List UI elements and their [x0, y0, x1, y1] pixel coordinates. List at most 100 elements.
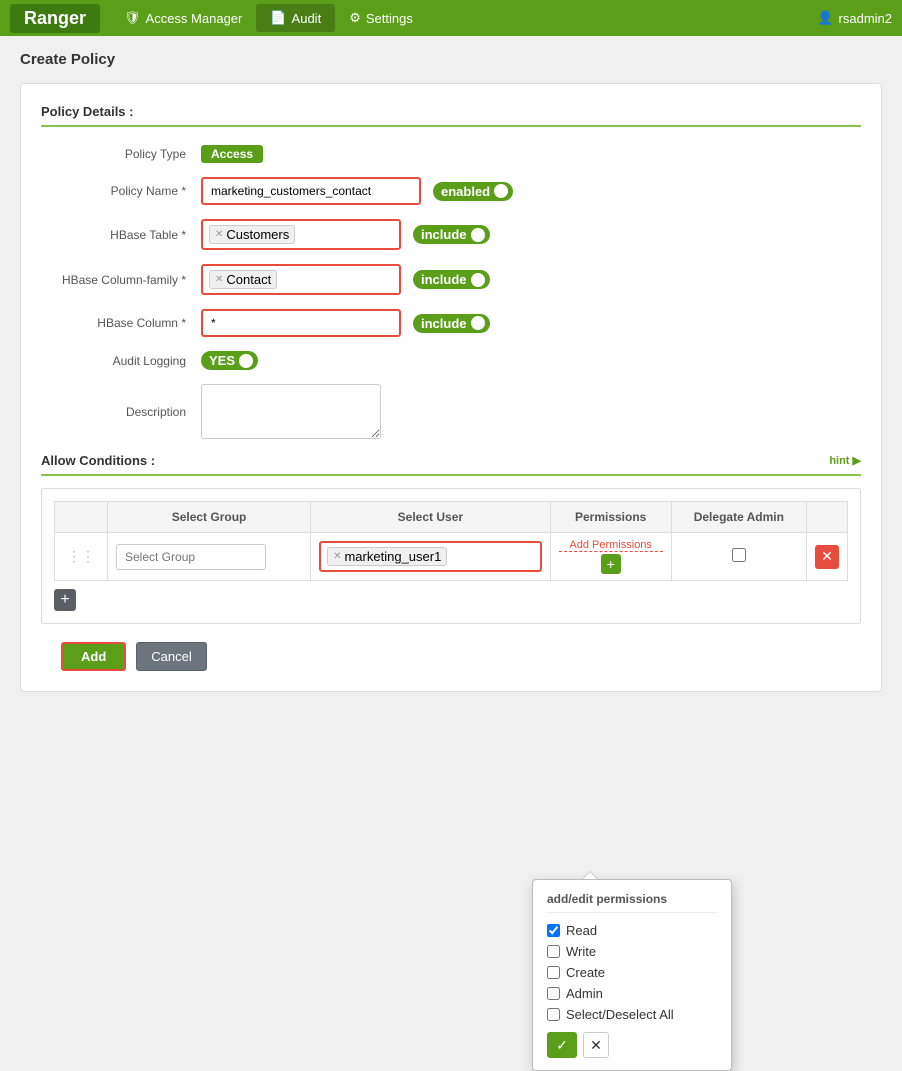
- permissions-popup: add/edit permissions Read Write Create: [532, 879, 732, 1071]
- page-title: Create Policy: [20, 51, 882, 68]
- popup-create-item: Create: [547, 965, 717, 980]
- write-label: Write: [566, 944, 596, 959]
- hbase-column-row: HBase Column * include: [41, 309, 861, 337]
- create-label: Create: [566, 965, 605, 980]
- policy-name-label: Policy Name *: [41, 184, 201, 198]
- select-group-input[interactable]: [116, 544, 266, 570]
- hbase-column-family-row: HBase Column-family * ✕ Contact include: [41, 264, 861, 295]
- delete-row-button[interactable]: ✕: [815, 545, 839, 569]
- policy-details-section: Policy Details :: [41, 104, 861, 127]
- permissions-cell[interactable]: Add Permissions +: [550, 533, 671, 581]
- toggle-col-family-label: include: [421, 272, 467, 287]
- user-tag-close-icon[interactable]: ✕: [333, 551, 341, 562]
- hbase-table-row: HBase Table * ✕ Customers include: [41, 219, 861, 250]
- col-select-user-header: Select User: [311, 502, 551, 533]
- gear-icon: ⚙: [349, 10, 361, 26]
- popup-actions: ✓ ✕: [547, 1032, 717, 1058]
- add-permissions-link[interactable]: Add Permissions: [559, 539, 663, 552]
- policy-name-row: Policy Name * enabled: [41, 177, 861, 205]
- toggle-yes-label: YES: [209, 353, 235, 368]
- audit-logging-row: Audit Logging YES: [41, 351, 861, 370]
- user-icon: 👤: [817, 10, 833, 26]
- popup-read-item: Read: [547, 923, 717, 938]
- contact-tag: ✕ Contact: [209, 270, 277, 289]
- conditions-table-container: Select Group Select User Permissions Del…: [41, 488, 861, 624]
- customers-tag: ✕ Customers: [209, 225, 295, 244]
- brand-logo: Ranger: [10, 4, 100, 33]
- nav-audit[interactable]: 📄 Audit: [256, 4, 335, 32]
- read-label: Read: [566, 923, 597, 938]
- hbase-column-input[interactable]: [201, 309, 401, 337]
- top-navigation: Ranger 🛡 Access Manager 📄 Audit ⚙ Settin…: [0, 0, 902, 36]
- shield-icon: 🛡: [124, 10, 141, 26]
- contact-tag-close-icon[interactable]: ✕: [215, 274, 223, 285]
- delete-cell: ✕: [807, 533, 848, 581]
- popup-cancel-button[interactable]: ✕: [583, 1032, 609, 1058]
- add-button[interactable]: Add: [61, 642, 126, 671]
- drag-handle-cell: ⋮⋮: [55, 533, 108, 581]
- tag-close-icon[interactable]: ✕: [215, 229, 223, 240]
- delegate-admin-cell: [671, 533, 806, 581]
- policy-type-badge: Access: [201, 145, 263, 163]
- hbase-column-toggle[interactable]: include: [413, 314, 490, 333]
- select-group-cell: [108, 533, 311, 581]
- popup-title: add/edit permissions: [547, 892, 717, 913]
- hbase-column-family-input[interactable]: ✕ Contact: [201, 264, 401, 295]
- popup-select-deselect-item: Select/Deselect All: [547, 1007, 717, 1022]
- write-checkbox[interactable]: [547, 945, 560, 958]
- delegate-admin-checkbox[interactable]: [732, 548, 746, 562]
- cancel-button[interactable]: Cancel: [136, 642, 206, 671]
- hbase-table-input[interactable]: ✕ Customers: [201, 219, 401, 250]
- description-textarea[interactable]: [201, 384, 381, 439]
- hbase-column-family-label: HBase Column-family *: [41, 273, 201, 287]
- description-row: Description: [41, 384, 861, 439]
- popup-ok-button[interactable]: ✓: [547, 1032, 577, 1058]
- toggle-enabled-knob: [494, 184, 508, 198]
- marketing-user-tag: ✕ marketing_user1: [327, 547, 447, 566]
- toggle-enabled-label: enabled: [441, 184, 490, 199]
- select-user-input[interactable]: ✕ marketing_user1: [319, 541, 542, 572]
- popup-admin-item: Admin: [547, 986, 717, 1001]
- policy-name-input[interactable]: [201, 177, 421, 205]
- select-deselect-all-label: Select/Deselect All: [566, 1007, 674, 1022]
- select-deselect-all-checkbox[interactable]: [547, 1008, 560, 1021]
- popup-write-item: Write: [547, 944, 717, 959]
- toggle-col-knob: [471, 316, 485, 330]
- hbase-column-label: HBase Column *: [41, 316, 201, 330]
- bottom-buttons: Add Cancel: [41, 642, 861, 671]
- hbase-table-label: HBase Table *: [41, 228, 201, 242]
- policy-enabled-toggle[interactable]: enabled: [433, 182, 513, 201]
- drag-handle-icon[interactable]: ⋮⋮: [63, 548, 99, 564]
- hbase-column-family-toggle[interactable]: include: [413, 270, 490, 289]
- hbase-table-toggle[interactable]: include: [413, 225, 490, 244]
- col-permissions-header: Permissions: [550, 502, 671, 533]
- description-label: Description: [41, 405, 201, 419]
- create-checkbox[interactable]: [547, 966, 560, 979]
- admin-label: Admin: [566, 986, 603, 1001]
- user-info: 👤 rsadmin2: [817, 10, 892, 26]
- doc-icon: 📄: [270, 10, 286, 26]
- col-delegate-admin-header: Delegate Admin: [671, 502, 806, 533]
- add-permissions-button[interactable]: +: [601, 554, 621, 574]
- select-user-cell: ✕ marketing_user1: [311, 533, 551, 581]
- toggle-col-family-knob: [471, 273, 485, 287]
- add-row-button[interactable]: +: [54, 589, 76, 611]
- policy-type-row: Policy Type Access: [41, 145, 861, 163]
- admin-checkbox[interactable]: [547, 987, 560, 1000]
- toggle-include-label: include: [421, 227, 467, 242]
- allow-conditions-section: Allow Conditions : hint ▶: [41, 453, 861, 476]
- read-checkbox[interactable]: [547, 924, 560, 937]
- toggle-yes-knob: [239, 354, 253, 368]
- nav-settings[interactable]: ⚙ Settings: [335, 4, 427, 32]
- toggle-include-knob: [471, 228, 485, 242]
- policy-type-label: Policy Type: [41, 147, 201, 161]
- hint-link[interactable]: hint ▶: [829, 454, 861, 467]
- col-select-group-header: Select Group: [108, 502, 311, 533]
- audit-logging-toggle[interactable]: YES: [201, 351, 258, 370]
- col-drag: [55, 502, 108, 533]
- permissions-popup-content: add/edit permissions Read Write Create: [532, 879, 732, 1071]
- nav-access-manager[interactable]: 🛡 Access Manager: [110, 4, 256, 32]
- toggle-col-label: include: [421, 316, 467, 331]
- col-actions: [807, 502, 848, 533]
- conditions-table: Select Group Select User Permissions Del…: [54, 501, 848, 581]
